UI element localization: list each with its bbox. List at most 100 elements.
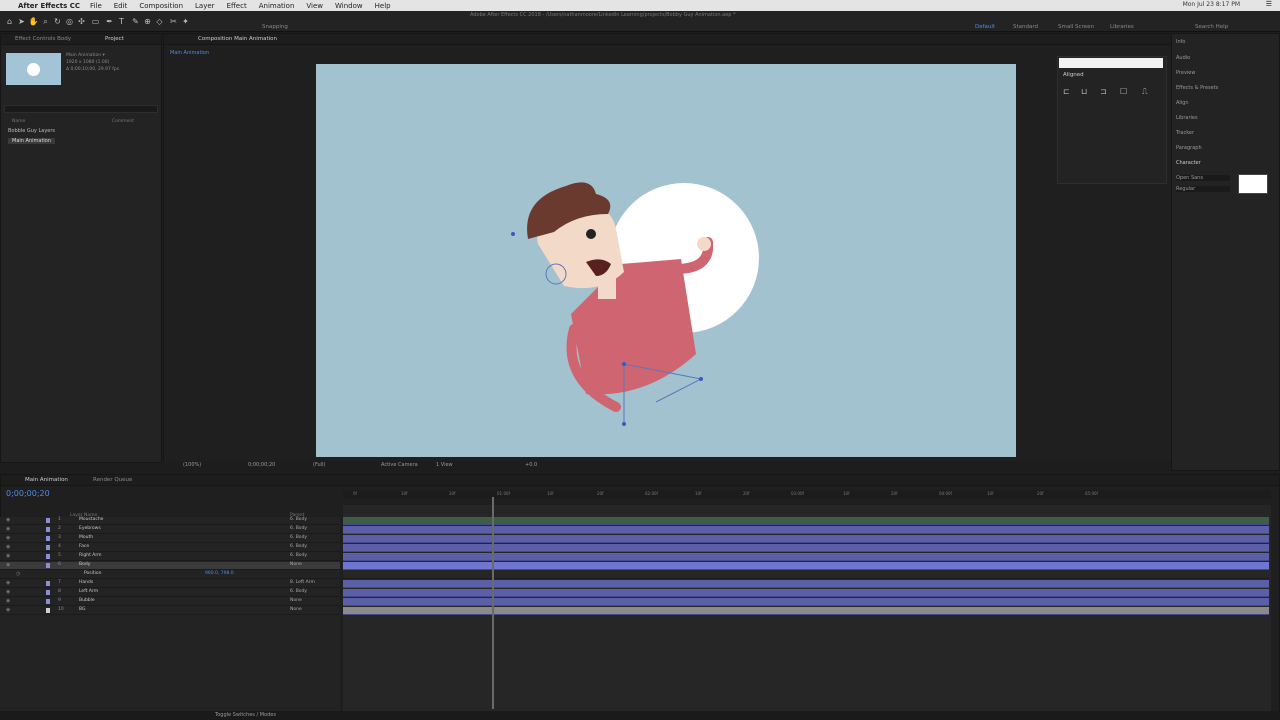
layer-row[interactable]: ◉ 7 Hands 8. Left Arm [0,580,340,588]
parent-dropdown[interactable]: 6. Body [290,535,307,540]
eraser-tool-icon[interactable]: ◇ [154,16,165,27]
parent-dropdown[interactable]: None [290,562,302,567]
layer-row[interactable]: ◉ 2 Eyebrows 6. Body [0,526,340,534]
menu-help[interactable]: Help [375,2,391,10]
work-area-bar[interactable] [343,517,1269,525]
home-icon[interactable]: ⌂ [4,16,15,27]
rectangle-tool-icon[interactable]: ▭ [90,16,101,27]
workspace-default[interactable]: Default [975,24,995,30]
layer-name[interactable]: Bubble [79,598,95,603]
label-color-swatch[interactable] [46,527,50,532]
workspace-small-screen[interactable]: Small Screen [1058,24,1094,30]
font-style-dropdown[interactable]: Regular [1176,186,1230,192]
eye-icon[interactable]: ◉ [6,562,10,568]
search-help-input[interactable]: Search Help [1195,24,1228,30]
track-area[interactable] [343,505,1271,717]
layer-bar[interactable] [343,589,1269,597]
parent-dropdown[interactable]: 8. Left Arm [290,580,315,585]
position-value[interactable]: 960.0, 798.0 [205,571,234,576]
exposure-value[interactable]: +0.0 [525,462,537,468]
eye-icon[interactable]: ◉ [6,544,10,550]
parent-dropdown[interactable]: 6. Body [290,517,307,522]
menu-window[interactable]: Window [335,2,363,10]
tab-effect-controls[interactable]: Effect Controls Body [15,36,71,42]
distribute-vertical-icon[interactable]: ⎍ [1142,87,1148,97]
layer-bar-selected[interactable] [343,562,1269,570]
timeline-timecode[interactable]: 0;00;00;20 [6,489,50,498]
parent-dropdown[interactable]: 6. Body [290,589,307,594]
eye-icon[interactable]: ◉ [6,589,10,595]
folder-bobble-guy-layers[interactable]: Bobble Guy Layers [8,128,55,134]
eye-icon[interactable]: ◉ [6,517,10,523]
eye-icon[interactable]: ◉ [6,535,10,541]
workspace-libraries[interactable]: Libraries [1110,24,1134,30]
layer-bar[interactable] [343,526,1269,534]
layer-row[interactable]: ◉ 1 Moustache 6. Body [0,517,340,525]
parent-dropdown[interactable]: None [290,598,302,603]
comp-main-animation[interactable]: Main Animation [8,138,56,144]
camera-dropdown[interactable]: Active Camera [381,462,418,468]
roto-tool-icon[interactable]: ✂ [168,16,179,27]
stopwatch-icon[interactable]: ◷ [16,571,20,577]
font-family-dropdown[interactable]: Open Sans [1176,175,1230,181]
layer-bar[interactable] [343,535,1269,543]
app-name[interactable]: After Effects CC [18,2,80,10]
layer-row[interactable]: ◉ 4 Face 6. Body [0,544,340,552]
panel-align[interactable]: Align [1176,100,1189,106]
resolution-dropdown[interactable]: (Full) [313,462,325,468]
tab-composition[interactable]: Composition Main Animation [198,36,277,42]
layer-row[interactable]: ◉ 5 Right Arm 6. Body [0,553,340,561]
playhead[interactable] [492,497,494,709]
zoom-tool-icon[interactable]: ⌕ [40,16,51,27]
panel-libraries[interactable]: Libraries [1176,115,1198,121]
menu-file[interactable]: File [90,2,102,10]
layer-name[interactable]: BG [79,607,86,612]
selection-tool-icon[interactable]: ➤ [16,16,27,27]
toggle-switches-modes[interactable]: Toggle Switches / Modes [215,712,276,718]
comp-breadcrumb[interactable]: Main Animation [170,50,209,56]
col-comment[interactable]: Comment [112,119,134,124]
property-track[interactable] [343,571,1269,579]
eye-icon[interactable]: ◉ [6,553,10,559]
menu-layer[interactable]: Layer [195,2,215,10]
label-color-swatch[interactable] [46,554,50,559]
zoom-dropdown[interactable]: (100%) [183,462,201,468]
eye-icon[interactable]: ◉ [6,598,10,604]
panel-character[interactable]: Character [1176,160,1201,166]
panel-preview[interactable]: Preview [1176,70,1195,76]
camera-tool-icon[interactable]: ◎ [64,16,75,27]
panel-effects-presets[interactable]: Effects & Presets [1176,85,1218,91]
tab-main-animation[interactable]: Main Animation [25,477,68,483]
eye-icon[interactable]: ◉ [6,526,10,532]
menu-animation[interactable]: Animation [259,2,295,10]
parent-dropdown[interactable]: 6. Body [290,553,307,558]
panel-paragraph[interactable]: Paragraph [1176,145,1202,151]
fill-stroke-swatch[interactable] [1238,174,1268,194]
layer-name[interactable]: Left Arm [79,589,98,594]
layer-bar[interactable] [343,553,1269,561]
property-row[interactable]: ◷ Position 960.0, 798.0 [0,571,340,579]
label-color-swatch[interactable] [46,608,50,613]
layer-bar[interactable] [343,580,1269,588]
layer-name[interactable]: Right Arm [79,553,102,558]
puppet-tool-icon[interactable]: ✦ [180,16,191,27]
pen-tool-icon[interactable]: ✒ [104,16,115,27]
views-dropdown[interactable]: 1 View [436,462,453,468]
parent-dropdown[interactable]: None [290,607,302,612]
pan-behind-tool-icon[interactable]: ✣ [76,16,87,27]
menu-search-icon[interactable]: ☰ [1266,0,1272,8]
parent-dropdown[interactable]: 6. Body [290,526,307,531]
time-ruler[interactable]: 0f 10f 20f 01:00f 10f 20f 02:00f 10f 20f… [343,490,1271,499]
layer-bar-bg[interactable] [343,607,1269,615]
align-right-icon[interactable]: ⊐ [1100,87,1107,96]
label-color-swatch[interactable] [46,581,50,586]
tab-project[interactable]: Project [105,36,124,42]
type-tool-icon[interactable]: T [116,16,127,27]
label-color-swatch[interactable] [46,599,50,604]
property-name[interactable]: Position [84,571,102,576]
layer-row-selected[interactable]: ◉ 6 Body None [0,562,340,570]
snapping-checkbox[interactable]: Snapping [262,24,288,30]
layer-name[interactable]: Body [79,562,90,567]
col-name[interactable]: Name [12,119,25,124]
label-color-swatch[interactable] [46,563,50,568]
